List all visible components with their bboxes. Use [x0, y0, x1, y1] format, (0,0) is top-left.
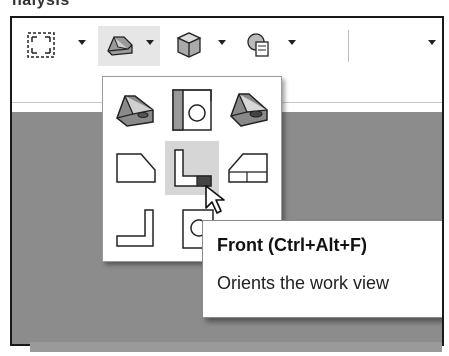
zoom-to-fit-button[interactable] [26, 30, 56, 60]
analysis-tab-label[interactable]: nalysis [12, 0, 70, 10]
top-view-icon [172, 89, 212, 131]
top-view-button[interactable] [165, 83, 219, 137]
tooltip-description: Orients the work view [217, 273, 390, 293]
toolbar-separator [348, 30, 349, 62]
bottom-view-icon [116, 209, 154, 247]
hide-show-icon [247, 33, 269, 57]
display-style-button[interactable] [174, 30, 204, 60]
zoom-fit-icon [27, 32, 55, 58]
display-style-icon [176, 32, 202, 58]
hide-show-dropdown-arrow[interactable] [288, 40, 296, 45]
more-icon[interactable] [428, 40, 436, 45]
view-orientation-icon [107, 36, 133, 56]
heads-up-toolbar [12, 18, 442, 74]
tooltip-title: Front (Ctrl+Alt+F) [217, 235, 367, 255]
view-orientation-dropdown-arrow[interactable] [146, 40, 154, 45]
view-orientation-button[interactable] [104, 30, 136, 60]
isometric-view-icon [116, 95, 154, 127]
application-window: Front (Ctrl+Alt+F) Orients the work view [10, 16, 444, 346]
display-style-dropdown-arrow[interactable] [218, 40, 226, 45]
window-shadow [30, 342, 442, 352]
right-view-icon [228, 153, 268, 183]
trimetric-view-icon [230, 93, 268, 127]
bottom-view-button[interactable] [109, 201, 163, 255]
isometric-view-button[interactable] [109, 83, 163, 137]
trimetric-view-button[interactable] [221, 83, 275, 137]
left-view-button[interactable] [109, 141, 163, 195]
tooltip: Front (Ctrl+Alt+F) Orients the work view [202, 220, 442, 318]
zoom-dropdown-arrow[interactable] [78, 40, 86, 45]
mouse-pointer-icon [204, 184, 230, 221]
hide-show-button[interactable] [244, 30, 274, 60]
left-view-icon [116, 153, 156, 183]
